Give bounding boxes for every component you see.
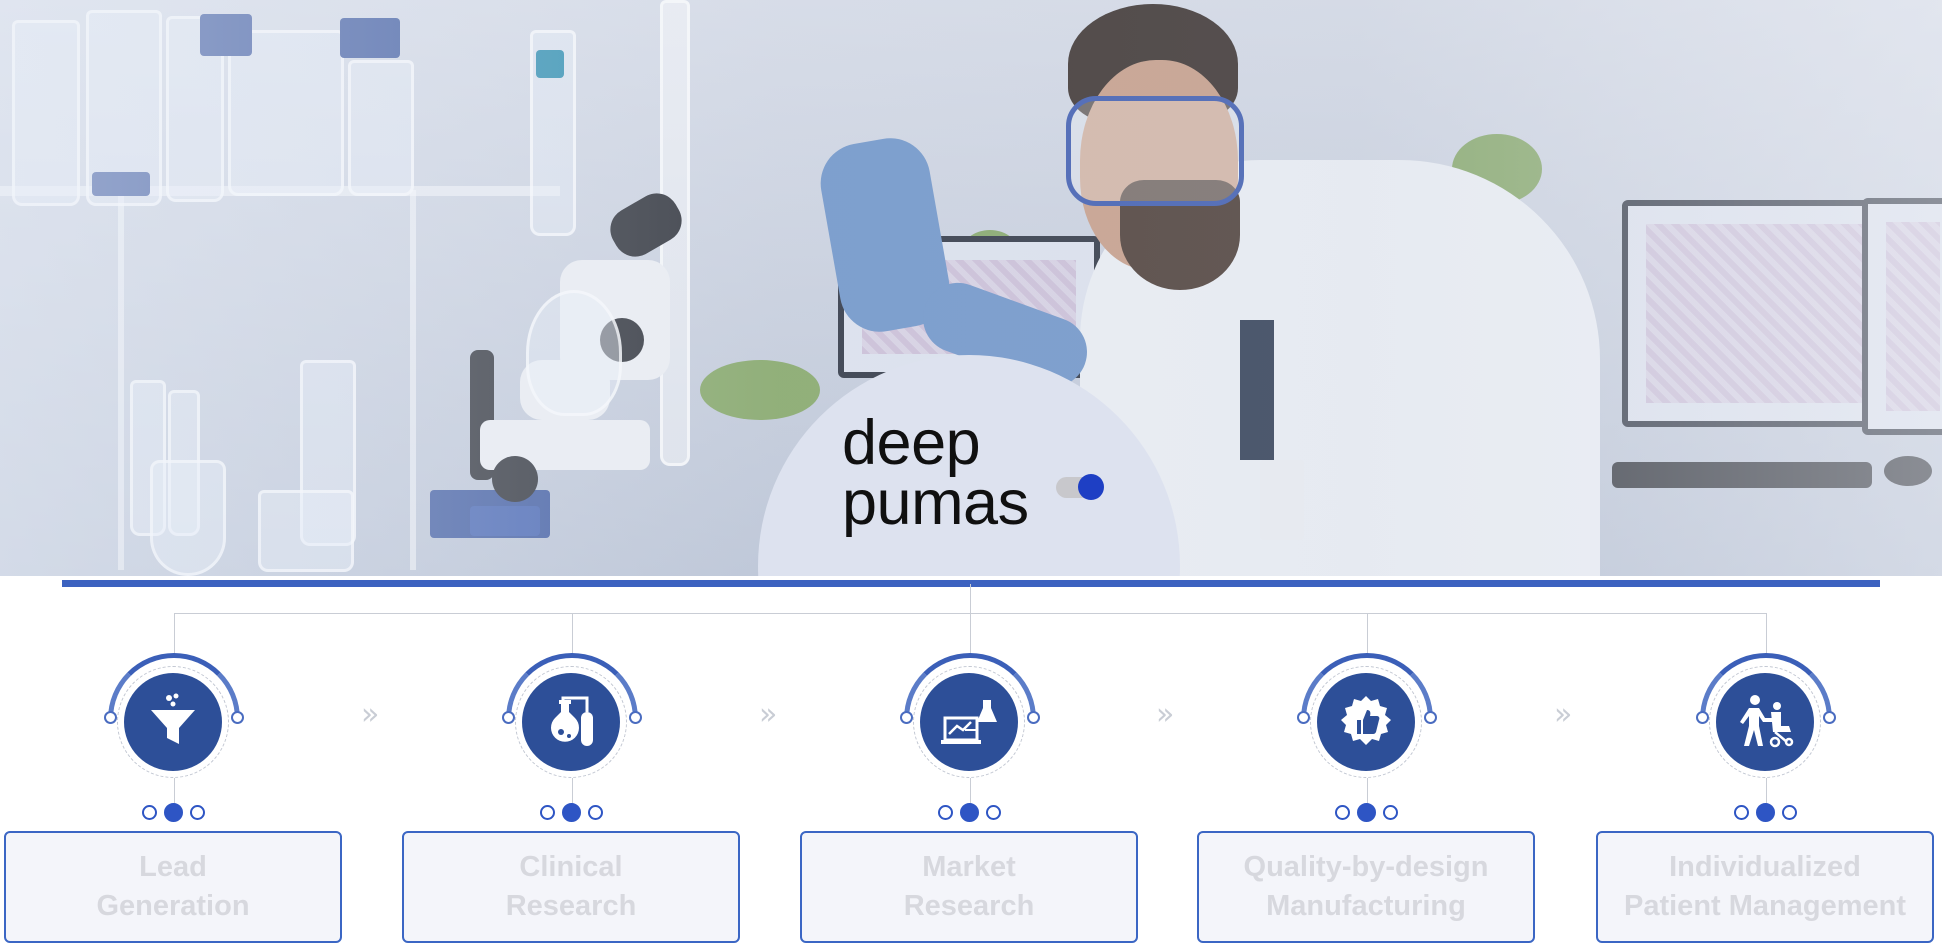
lab-flasks-icon bbox=[522, 673, 620, 771]
patient-wheelchair-icon bbox=[1716, 673, 1814, 771]
step-label-box: Individualized Patient Management bbox=[1596, 831, 1934, 943]
step-market-research: Market Research bbox=[800, 640, 1140, 949]
thumbs-up-badge-icon bbox=[1317, 673, 1415, 771]
step-progress-dots bbox=[540, 802, 610, 822]
accent-bar bbox=[62, 580, 1880, 587]
logo-word-deep: deep bbox=[842, 408, 981, 478]
chevron-right-icon: » bbox=[1156, 697, 1175, 732]
step-label-box: Clinical Research bbox=[402, 831, 740, 943]
step-label-box: Market Research bbox=[800, 831, 1138, 943]
step-label: Clinical Research bbox=[505, 851, 637, 922]
step-label: Market Research bbox=[903, 851, 1035, 922]
laptop-analytics-flask-icon bbox=[920, 673, 1018, 771]
step-progress-dots bbox=[142, 802, 212, 822]
step-quality-by-design-manufacturing: Quality-by-design Manufacturing bbox=[1197, 640, 1537, 949]
step-progress-dots bbox=[1734, 802, 1804, 822]
step-label-box: Quality-by-design Manufacturing bbox=[1197, 831, 1535, 943]
logo-toggle-knob bbox=[1078, 474, 1104, 500]
brand-logo: deep pumas bbox=[842, 408, 1104, 548]
connector-center-drop bbox=[970, 584, 971, 614]
funnel-icon bbox=[124, 673, 222, 771]
step-lead-generation: Lead Generation bbox=[4, 640, 344, 949]
chevron-right-icon: » bbox=[1554, 697, 1573, 732]
step-label: Quality-by-design Manufacturing bbox=[1243, 851, 1489, 922]
step-label: Lead Generation bbox=[96, 851, 250, 922]
chevron-right-icon: » bbox=[759, 697, 778, 732]
step-label-box: Lead Generation bbox=[4, 831, 342, 943]
step-progress-dots bbox=[1335, 802, 1405, 822]
chevron-right-icon: » bbox=[361, 697, 380, 732]
step-label: Individualized Patient Management bbox=[1624, 851, 1906, 922]
step-progress-dots bbox=[938, 802, 1008, 822]
logo-word-pumas: pumas bbox=[842, 468, 1029, 538]
step-individualized-patient-management: Individualized Patient Management bbox=[1596, 640, 1936, 949]
step-clinical-research: Clinical Research bbox=[402, 640, 742, 949]
